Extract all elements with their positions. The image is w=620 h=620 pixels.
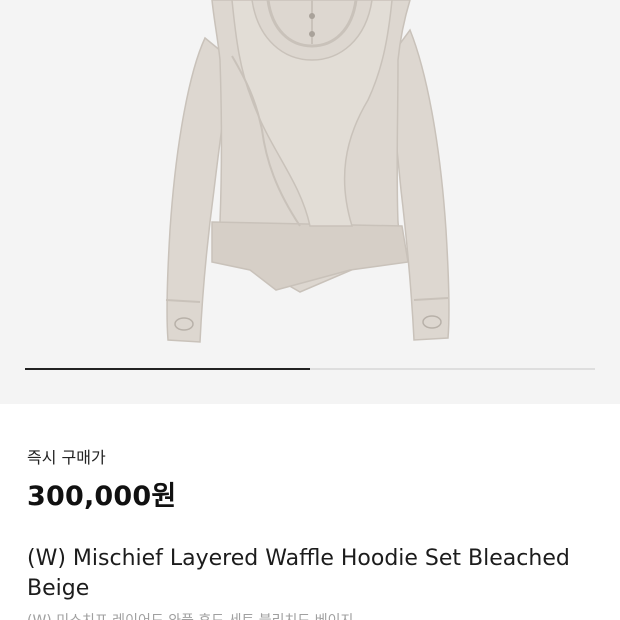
product-name-ko: (W) 미스치프 레이어드 와플 후드 세트 블리치드 베이지 [27, 610, 353, 620]
product-info: 즉시 구매가 300,000원 (W) Mischief Layered Waf… [0, 404, 620, 620]
price-label: 즉시 구매가 [27, 448, 106, 467]
product-detail-page: 즉시 구매가 300,000원 (W) Mischief Layered Waf… [0, 0, 620, 620]
product-image-gallery[interactable] [0, 0, 620, 404]
price-value: 300,000원 [27, 481, 177, 512]
gallery-progress-track [25, 368, 595, 370]
product-name-en: (W) Mischief Layered Waffle Hoodie Set B… [27, 546, 570, 601]
product-image[interactable] [0, 0, 620, 404]
layered-hem [211, 221, 409, 291]
gallery-progress-fill [25, 368, 310, 370]
